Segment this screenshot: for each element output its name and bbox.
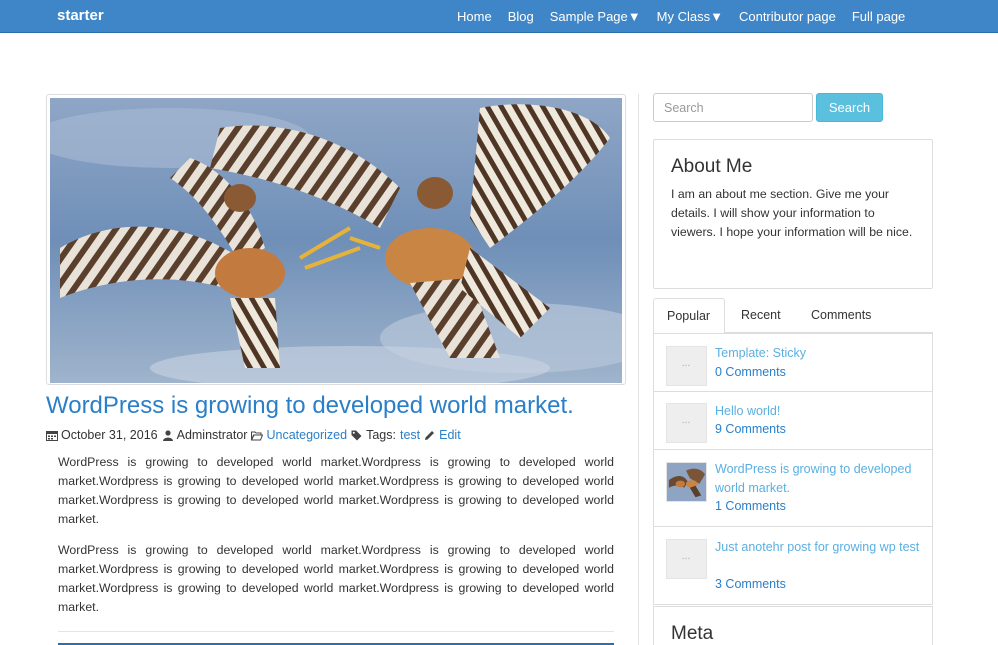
post-title[interactable]: WordPress is growing to developed world …	[46, 392, 574, 420]
post-edit-link[interactable]: Edit	[439, 428, 461, 442]
nav-blog[interactable]: Blog	[508, 9, 534, 24]
post-thumbnail-placeholder: ▪▪▪	[666, 403, 707, 443]
post-thumbnail-image	[666, 462, 707, 502]
post-meta: October 31, 2016 Adminstrator Uncategori…	[46, 428, 461, 442]
nav-sample-page[interactable]: Sample Page▼	[550, 9, 641, 24]
post-author: Adminstrator	[176, 428, 248, 442]
post-paragraph: WordPress is growing to developed world …	[58, 543, 614, 614]
meta-title: Meta	[671, 623, 714, 644]
user-icon	[162, 429, 173, 441]
meta-widget: Meta	[653, 606, 933, 645]
popular-post-comments[interactable]: 3 Comments	[715, 577, 786, 591]
tab-comments[interactable]: Comments	[811, 298, 871, 333]
post-date: October 31, 2016	[61, 428, 158, 442]
post-featured-image[interactable]	[50, 98, 622, 383]
list-item[interactable]: WordPress is growing to developed world …	[653, 450, 933, 527]
post-category-link[interactable]: Uncategorized	[266, 428, 347, 442]
about-me-text: I am an about me section. Give me your d…	[671, 187, 913, 239]
post-paragraph: WordPress is growing to developed world …	[58, 455, 614, 526]
tab-recent[interactable]: Recent	[741, 298, 781, 333]
post-featured-image-frame	[46, 94, 626, 385]
site-brand[interactable]: starter	[57, 7, 104, 24]
popular-post-title[interactable]: Just anotehr post for growing wp test	[715, 538, 925, 557]
popular-post-title[interactable]: WordPress is growing to developed world …	[715, 460, 925, 498]
about-me-title: About Me	[671, 156, 753, 177]
post-thumbnail-placeholder: ▪▪▪	[666, 539, 707, 579]
nav-my-class[interactable]: My Class▼	[657, 9, 723, 24]
top-navbar: starter Home Blog Sample Page▼ My Class▼…	[0, 0, 998, 33]
list-item[interactable]: ▪▪▪ Template: Sticky 0 Comments	[653, 333, 933, 392]
calendar-icon	[46, 430, 58, 441]
about-me-widget: About Me I am an about me section. Give …	[653, 139, 933, 289]
post-thumbnail-placeholder: ▪▪▪	[666, 346, 707, 386]
list-item[interactable]: ▪▪▪ Just anotehr post for growing wp tes…	[653, 527, 933, 605]
tags-icon	[351, 430, 362, 440]
column-divider	[638, 94, 639, 645]
nav-full-page[interactable]: Full page	[852, 9, 905, 24]
post-tag-link[interactable]: test	[400, 428, 420, 442]
popular-post-title[interactable]: Hello world!	[715, 402, 925, 421]
search-input[interactable]	[653, 93, 813, 122]
search-button[interactable]: Search	[816, 93, 883, 122]
nav-contributor-page[interactable]: Contributor page	[739, 9, 836, 24]
list-item[interactable]: ▪▪▪ Hello world! 9 Comments	[653, 392, 933, 450]
tab-popular[interactable]: Popular	[653, 298, 725, 334]
post-content: WordPress is growing to developed world …	[58, 453, 614, 629]
popular-post-comments[interactable]: 9 Comments	[715, 422, 786, 436]
popular-post-comments[interactable]: 0 Comments	[715, 365, 786, 379]
popular-post-title[interactable]: Template: Sticky	[715, 344, 925, 363]
sidebar-tabs: Popular Recent Comments	[653, 298, 933, 334]
folder-open-icon	[251, 431, 264, 440]
nav-home[interactable]: Home	[457, 9, 492, 24]
tags-label: Tags:	[366, 428, 396, 442]
pencil-icon	[425, 430, 435, 440]
popular-post-comments[interactable]: 1 Comments	[715, 499, 786, 513]
main-nav: Home Blog Sample Page▼ My Class▼ Contrib…	[457, 0, 921, 33]
post-divider	[58, 631, 614, 632]
